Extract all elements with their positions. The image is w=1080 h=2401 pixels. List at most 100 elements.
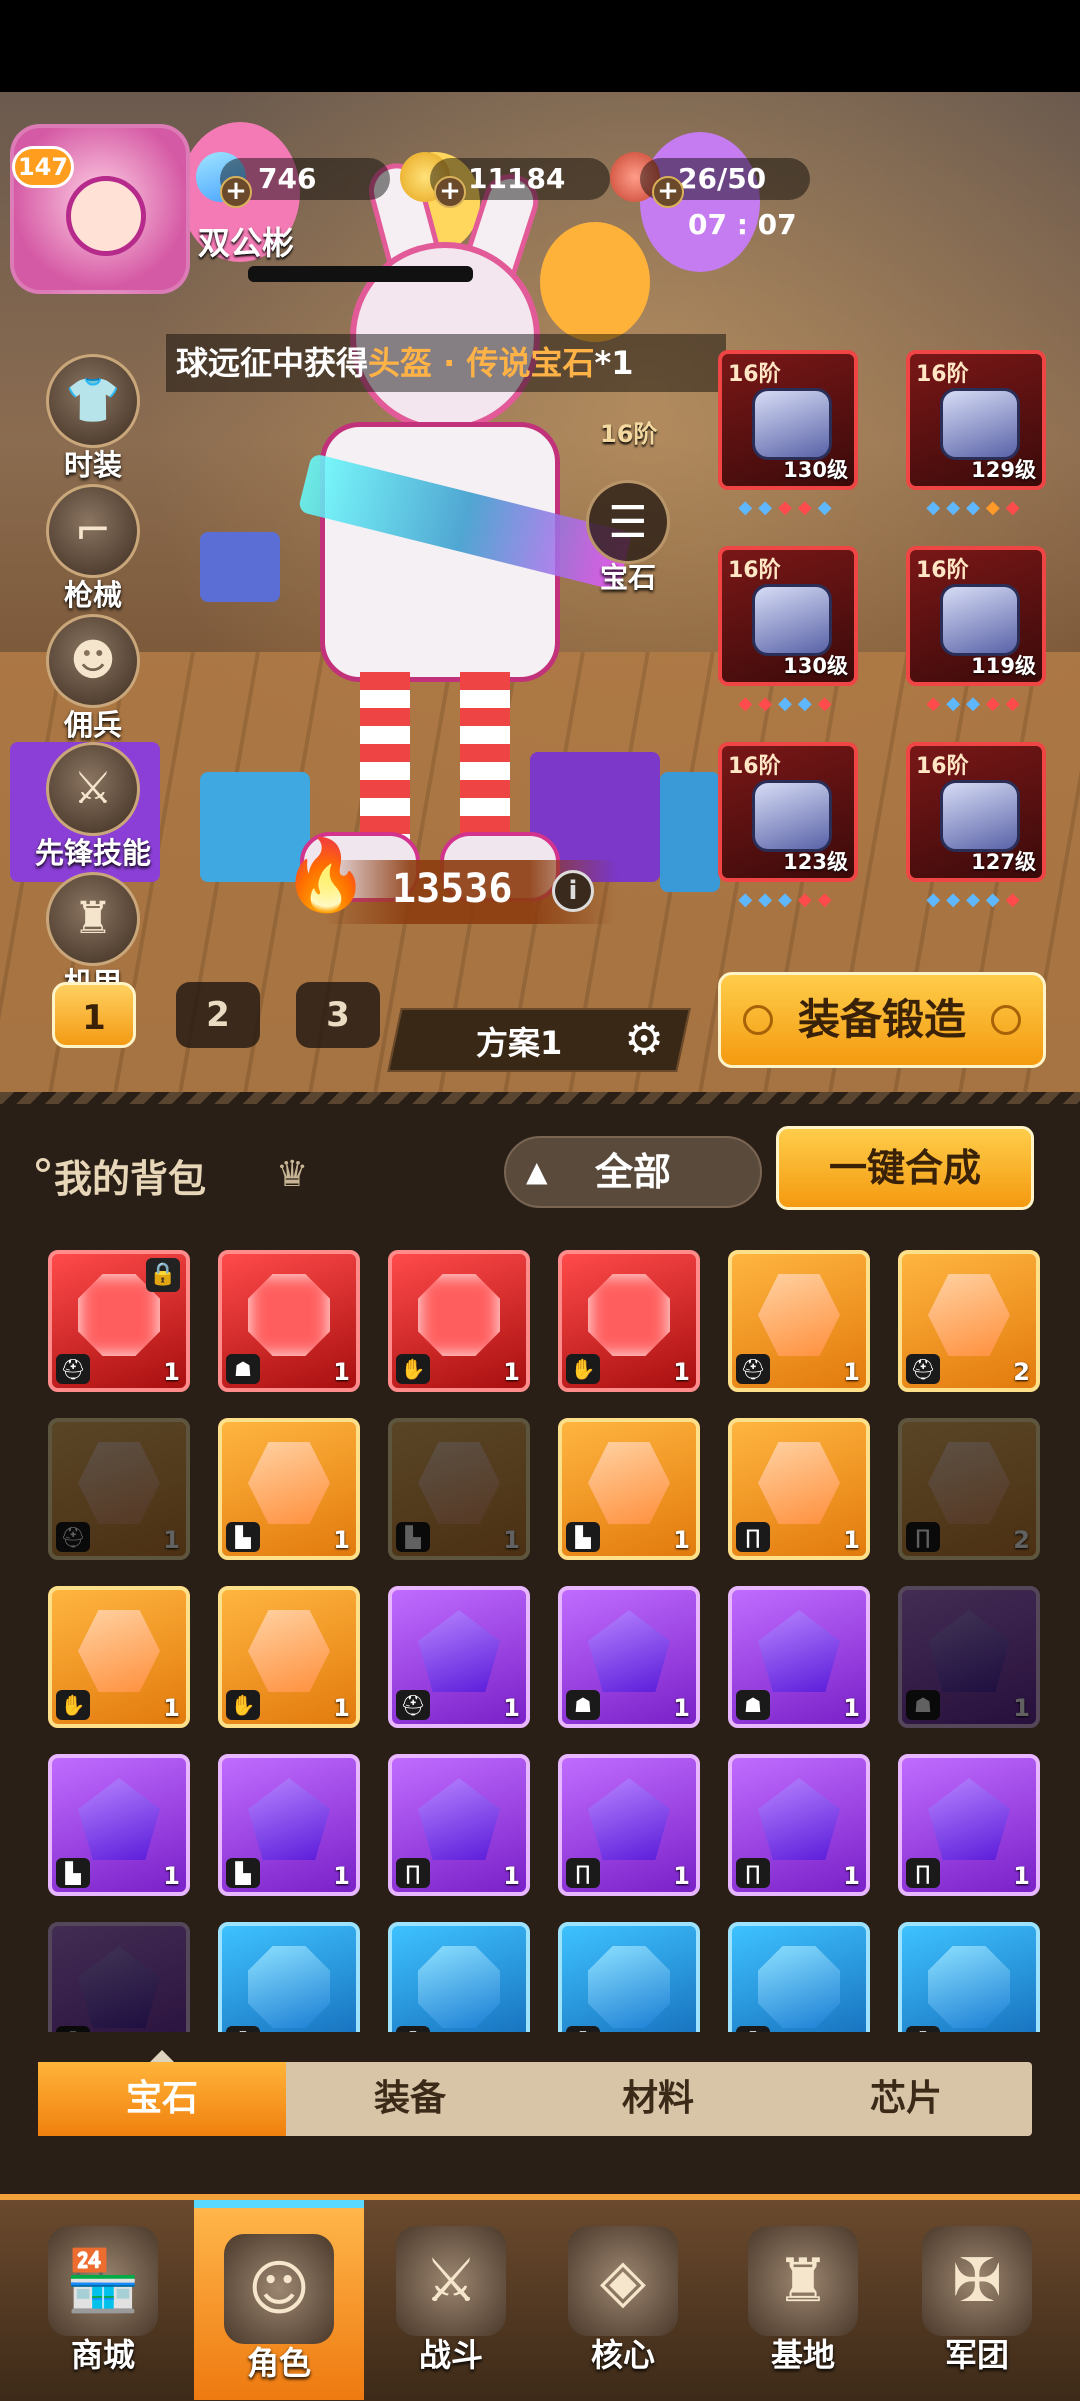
gem-cell[interactable]: ▙ 1 <box>558 1418 700 1560</box>
gem-count: 1 <box>673 1694 690 1722</box>
gem-cell[interactable]: ▙ 1 <box>218 1754 360 1896</box>
equip-tier: 16阶 <box>728 754 781 779</box>
gem-cell[interactable]: ✋ 1 <box>558 1250 700 1392</box>
blue-gem-icon <box>928 1946 1010 2028</box>
forge-cap-left <box>743 1005 773 1035</box>
gem-tier-label: 16阶 <box>600 420 658 448</box>
nav-core[interactable]: ◈ 核心 <box>538 2200 708 2400</box>
panel-divider <box>0 1092 1080 1104</box>
helmet-slot-icon: ⛑ <box>736 1354 770 1384</box>
gem-count: 1 <box>843 1358 860 1386</box>
news-ticker: 球远征中获得头盔 · 传说宝石*1 <box>166 334 726 392</box>
tab-gems[interactable]: 宝石 <box>38 2062 286 2136</box>
nav-character[interactable]: ☺ 角色 <box>194 2200 364 2400</box>
one-click-merge-button[interactable]: 一键合成 <box>776 1126 1034 1210</box>
add-gems-button[interactable]: + <box>220 176 252 208</box>
orange-gem-icon <box>418 1442 500 1524</box>
gift-box <box>660 772 720 892</box>
equipment-forge-button[interactable]: 装备锻造 <box>718 972 1046 1068</box>
gem-cell[interactable]: ☗ 1 <box>218 1250 360 1392</box>
gloves-slot-icon: ✋ <box>56 1690 90 1720</box>
nav-legion[interactable]: ✠ 军团 <box>892 2200 1062 2400</box>
gem-cell[interactable]: ⛑ <box>218 1922 360 2032</box>
gem-filter-dropdown[interactable]: ▲ 全部 <box>504 1136 762 1208</box>
gem-cell[interactable]: ☗ 1 <box>558 1586 700 1728</box>
gem-cell[interactable]: ⛑ 1 <box>48 1418 190 1560</box>
gem-cell[interactable]: ∏ 1 <box>388 1754 530 1896</box>
gem-cell[interactable]: ☗ 1 <box>898 1586 1040 1728</box>
equip-slot-boots[interactable]: 16阶 123级 <box>718 742 858 882</box>
side-item-weapons[interactable]: ⌐ 枪械 <box>18 484 168 614</box>
gem-button[interactable]: ☰ 宝石 <box>578 480 678 596</box>
gem-cell[interactable]: ✋ 1 <box>388 1250 530 1392</box>
tab-materials[interactable]: 材料 <box>534 2062 782 2136</box>
outfit-icon: 👕 <box>46 354 140 448</box>
gem-cell[interactable]: ⛑ 1 <box>728 1250 870 1392</box>
emblem-icon: ♛ <box>276 1154 309 1195</box>
equip-slot-pants[interactable]: 16阶 119级 <box>906 546 1046 686</box>
loadout-tab-3[interactable]: 3 <box>296 982 380 1048</box>
gem-sockets: ◆◆◆◆◆ <box>926 497 1026 518</box>
gem-count: 2 <box>1013 1358 1030 1386</box>
ticker-prefix: 球远征中获得 <box>176 344 369 382</box>
nav-shop[interactable]: 🏪 商城 <box>18 2200 188 2400</box>
loadout-tab-2[interactable]: 2 <box>176 982 260 1048</box>
gem-cell[interactable]: ∏ 2 <box>898 1418 1040 1560</box>
gem-cell[interactable]: ∏ 1 <box>898 1754 1040 1896</box>
blue-gem-icon <box>418 1946 500 2028</box>
side-item-mercenary[interactable]: ☻ 佣兵 <box>18 614 168 744</box>
nav-base[interactable]: ♜ 基地 <box>718 2200 888 2400</box>
gem-cell[interactable]: ∏ 1 <box>728 1754 870 1896</box>
gem-cell[interactable]: ⛑ <box>388 1922 530 2032</box>
pants-slot-icon: ∏ <box>396 1858 430 1888</box>
gem-cell[interactable]: ⛑ <box>558 1922 700 2032</box>
gem-cell[interactable]: ✋ 1 <box>48 1586 190 1728</box>
nav-battle[interactable]: ⚔ 战斗 <box>366 2200 536 2400</box>
skill-icon: ⚔ <box>46 742 140 836</box>
gem-cell[interactable]: ∏ 1 <box>558 1754 700 1896</box>
gear-icon[interactable]: ⚙ <box>620 1016 668 1064</box>
forge-button-label: 装备锻造 <box>797 995 966 1044</box>
gem-count: 1 <box>673 1862 690 1890</box>
combat-power-value: 13536 <box>392 866 513 912</box>
filter-label: 全部 <box>594 1150 671 1194</box>
gem-cell[interactable]: ✋ 1 <box>218 1586 360 1728</box>
gem-cell[interactable]: ⛑ <box>48 1922 190 2032</box>
gloves-icon <box>940 388 1020 460</box>
boots-slot-icon: ▙ <box>396 1522 430 1552</box>
loadout-tab-1[interactable]: 1 <box>52 982 136 1048</box>
gem-sockets: ◆◆◆◆◆ <box>738 497 838 518</box>
equip-slot-gauntlet[interactable]: 16阶 127级 <box>906 742 1046 882</box>
side-item-outfit[interactable]: 👕 时装 <box>18 354 168 484</box>
gem-sockets: ◆◆◆◆◆ <box>926 889 1026 910</box>
equip-slot-armor[interactable]: 16阶 130级 <box>718 546 858 686</box>
equip-slot-gloves[interactable]: 16阶 129级 <box>906 350 1046 490</box>
tab-chips[interactable]: 芯片 <box>782 2062 1030 2136</box>
purple-gem-icon <box>758 1610 840 1692</box>
gem-cell[interactable]: ☗ 1 <box>728 1586 870 1728</box>
ticker-suffix: *1 <box>594 344 634 382</box>
add-coins-button[interactable]: + <box>434 176 466 208</box>
status-bar <box>0 0 1080 92</box>
tab-pointer <box>150 2050 174 2062</box>
base-icon: ♜ <box>748 2226 858 2336</box>
blue-gem-icon <box>758 1946 840 2028</box>
tab-equipment[interactable]: 装备 <box>286 2062 534 2136</box>
character-model[interactable] <box>260 157 633 922</box>
add-stamina-button[interactable]: + <box>652 176 684 208</box>
orange-gem-icon <box>248 1442 330 1524</box>
info-icon[interactable]: i <box>552 870 594 912</box>
gem-cell[interactable]: ⛑ <box>898 1922 1040 2032</box>
gem-cell[interactable]: ▙ 1 <box>48 1754 190 1896</box>
gem-sockets: ◆◆◆◆◆ <box>926 693 1026 714</box>
equip-slot-helmet[interactable]: 16阶 130级 <box>718 350 858 490</box>
gem-count: 1 <box>843 1862 860 1890</box>
gem-cell[interactable]: ∏ 1 <box>728 1418 870 1560</box>
gem-cell[interactable]: ▙ 1 <box>388 1418 530 1560</box>
gem-cell[interactable]: ▙ 1 <box>218 1418 360 1560</box>
gem-cell[interactable]: ⛑ 1 <box>388 1586 530 1728</box>
gem-cell[interactable]: ⛑ <box>728 1922 870 2032</box>
gem-cell[interactable]: ⛑ 1 🔒 <box>48 1250 190 1392</box>
gem-cell[interactable]: ⛑ 2 <box>898 1250 1040 1392</box>
side-item-skills[interactable]: ⚔ 先锋技能 <box>18 742 168 872</box>
